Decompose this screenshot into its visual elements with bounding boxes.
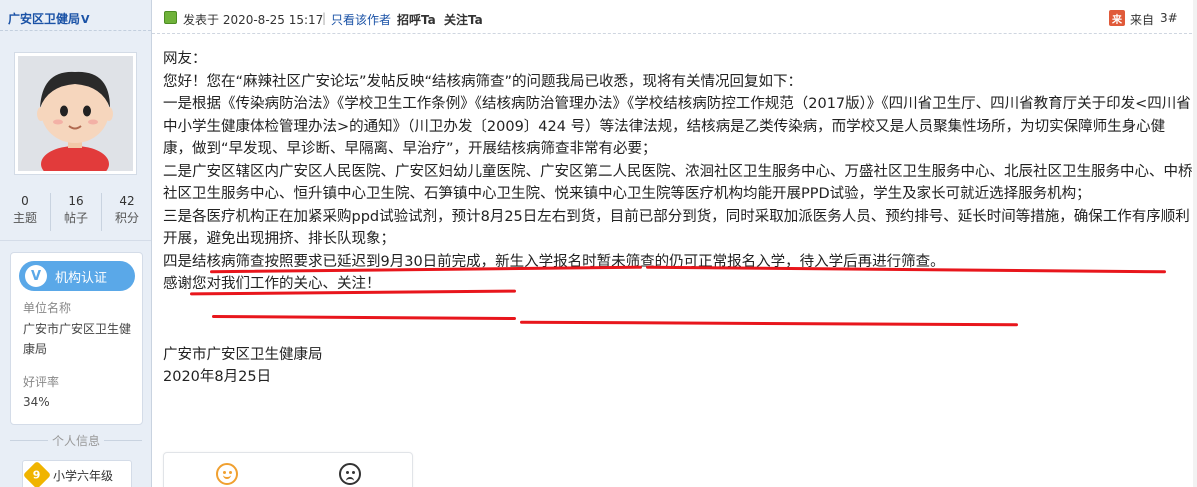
divider [0,30,151,31]
stat-points-value: 42 [119,194,135,208]
unit-name-value: 广安市广安区卫生健康局 [23,322,132,356]
paragraph-2: 二是广安区辖区内广安区人民医院、广安区妇幼儿童医院、广安区第二人民医院、浓洄社区… [163,163,1193,203]
verification-card: V 机构认证 单位名称 广安市广安区卫生健康局 好评率 34% [10,252,143,425]
author-stats: 0 主题 16 帖子 42 积分 [0,193,152,231]
org-verify-button[interactable]: V 机构认证 [19,261,135,291]
online-status-icon [164,11,177,24]
author-name: 广安区卫健局 [8,12,81,26]
avatar-image [18,56,133,171]
org-verify-label: 机构认证 [55,270,108,286]
stat-topics-label: 主题 [12,211,37,225]
only-author-link[interactable]: 只看该作者 [331,11,391,28]
paragraph-1: 一是根据《传染病防治法》《学校卫生工作条例》《结核病防治管理办法》《学校结核病防… [163,96,1191,157]
post-content: 网友： 您好！您在“麻辣社区广安论坛”发帖反映“结核病筛查”的问题我局已收悉，现… [163,48,1193,389]
post-header: 发表于 2020-8-25 15:17 | 只看该作者 招呼Ta 关注Ta 来 … [152,0,1197,34]
reaction-bar [163,452,413,487]
signature-date: 2020年8月25日 [163,369,272,385]
stat-points[interactable]: 42 积分 [102,193,152,231]
page-edge [1193,0,1197,487]
stat-posts[interactable]: 16 帖子 [51,193,102,231]
paragraph-3: 三是各医疗机构正在加紧采购ppd试验试剂，预计8月25日左右到货，目前已部分到货… [163,208,1190,248]
stat-topics[interactable]: 0 主题 [0,193,51,231]
intro-paragraph: 您好！您在“麻辣社区广安论坛”发帖反映“结核病筛查”的问题我局已收悉，现将有关情… [163,73,803,90]
smile-icon[interactable] [216,463,238,485]
cartoon-avatar-icon [18,56,133,171]
source-label: 来自 [1130,13,1155,27]
level-label: 小学六年级 [53,468,114,483]
author-name-link[interactable]: 广安区卫健局V [8,10,90,27]
greet-link[interactable]: 招呼Ta [397,11,436,28]
author-sidebar: 广安区卫健局V 0 主题 16 帖子 42 积分 V 机构认证 单位名称 广安市… [0,0,152,487]
verify-v-icon: V [25,265,47,287]
rating-label: 好评率 [23,375,60,389]
stat-posts-value: 16 [68,194,84,208]
separator: | [322,11,327,25]
verified-icon: V [81,13,90,26]
stat-posts-label: 帖子 [63,211,88,225]
unit-name-label: 单位名称 [23,301,72,315]
user-level[interactable]: 9 小学六年级 [22,460,132,487]
post-timestamp: 发表于 2020-8-25 15:17 [183,13,324,27]
source-icon: 来 [1109,10,1125,26]
rating-value: 34% [23,395,50,409]
level-badge-icon: 9 [22,460,52,487]
divider [0,240,151,241]
avatar[interactable] [14,52,137,175]
signature: 广安市广安区卫生健康局 [163,346,323,363]
stat-topics-value: 0 [21,194,29,208]
stat-points-label: 积分 [114,211,139,225]
greeting: 网友： [163,51,207,67]
follow-link[interactable]: 关注Ta [444,11,483,28]
personal-info-title: 个人信息 [0,432,152,449]
frown-icon[interactable] [339,463,361,485]
floor-number[interactable]: 3# [1160,11,1178,25]
